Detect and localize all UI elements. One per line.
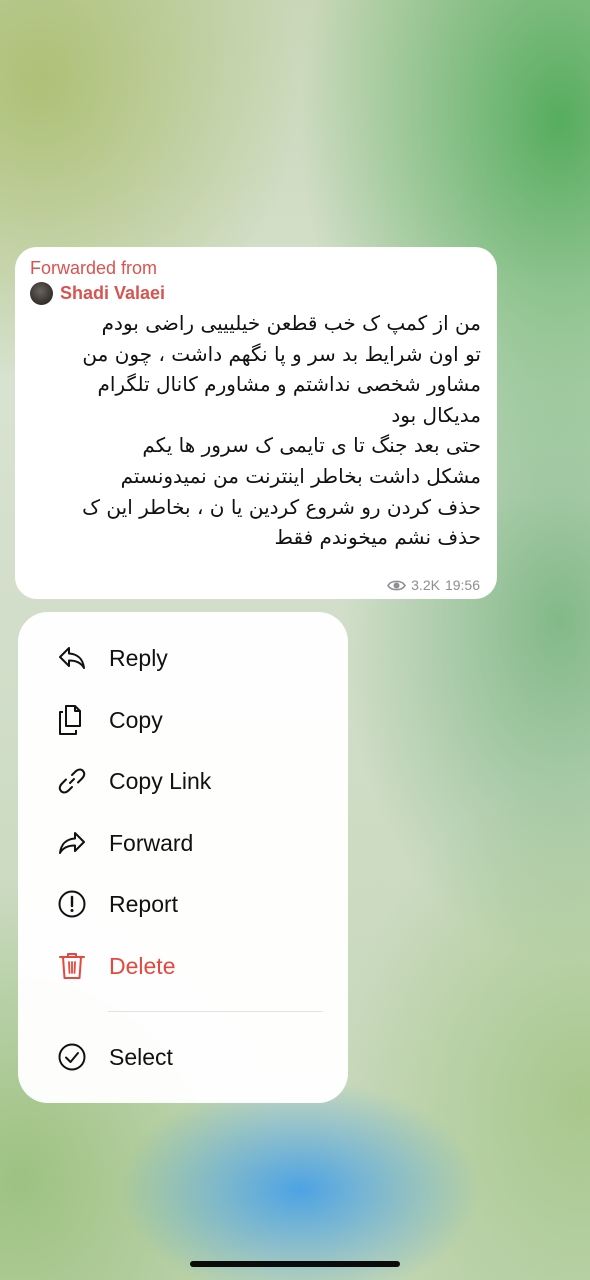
menu-item-reply[interactable]: Reply <box>18 631 348 685</box>
view-count: 3.2K <box>411 577 440 593</box>
menu-item-select[interactable]: Select <box>18 1030 348 1084</box>
menu-item-label: Copy Link <box>109 767 212 794</box>
menu-item-label: Reply <box>109 644 168 671</box>
eye-icon <box>387 579 407 592</box>
menu-item-label: Select <box>109 1043 173 1070</box>
menu-item-copy[interactable]: Copy <box>18 693 348 747</box>
context-menu: Reply Copy Copy Link Forward Report Dele… <box>18 612 348 1103</box>
forwarded-from-name[interactable]: Shadi Valaei <box>60 283 165 304</box>
message-time: 19:56 <box>444 577 480 593</box>
menu-item-delete[interactable]: Delete <box>18 939 348 993</box>
menu-item-label: Forward <box>109 829 194 856</box>
menu-item-label: Copy <box>109 706 163 733</box>
forwarded-from-label: Forwarded from <box>30 258 158 278</box>
link-icon <box>56 765 88 797</box>
copy-icon <box>56 704 88 736</box>
menu-item-report[interactable]: Report <box>18 877 348 931</box>
message-text: من از کمپ ک خب قطعن خیلیییی راضی بودم تو… <box>82 311 481 550</box>
menu-item-copy-link[interactable]: Copy Link <box>18 754 348 808</box>
select-check-icon <box>56 1041 88 1073</box>
reply-icon <box>56 642 88 674</box>
trash-icon <box>56 950 88 982</box>
message-meta: 3.2K 19:56 <box>387 577 480 593</box>
menu-item-forward[interactable]: Forward <box>18 816 348 870</box>
menu-divider <box>108 1011 323 1012</box>
message-bubble[interactable]: Forwarded from Shadi Valaei من از کمپ ک … <box>15 247 497 599</box>
home-indicator[interactable] <box>190 1261 400 1267</box>
report-icon <box>56 888 88 920</box>
avatar <box>30 281 53 305</box>
forwarded-source[interactable]: Shadi Valaei <box>30 281 481 305</box>
forward-icon <box>56 827 88 859</box>
menu-item-label: Report <box>109 890 179 917</box>
menu-item-label: Delete <box>109 952 176 979</box>
